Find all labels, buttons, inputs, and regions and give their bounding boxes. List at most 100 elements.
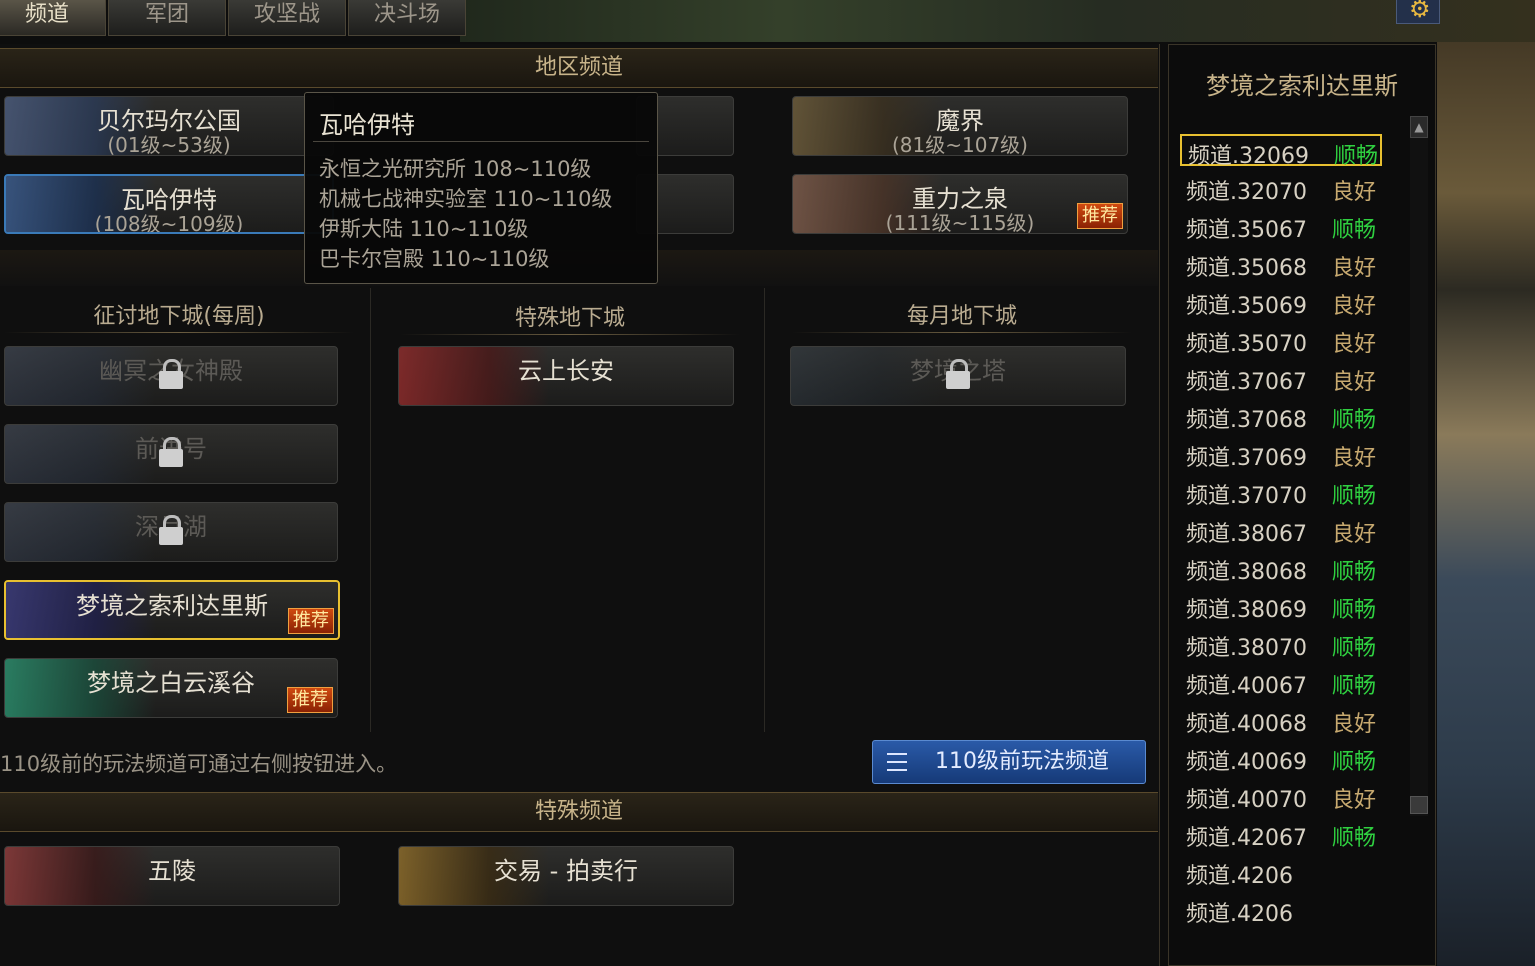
channel-status: 良好: [1332, 294, 1377, 319]
channel-row[interactable]: 频道.4206: [1180, 894, 1382, 927]
channel-status: 良好: [1332, 788, 1377, 813]
column-separator: [764, 288, 765, 732]
column-title-special: 特殊地下城: [514, 306, 625, 331]
recommended-badge: 推荐: [288, 608, 334, 634]
dungeon-cloud-changan[interactable]: 云上长安: [398, 346, 734, 406]
region-levels: (81级~107级): [892, 133, 1028, 156]
tab-channel[interactable]: 频道: [0, 0, 106, 36]
channel-row[interactable]: 频道.35070 良好: [1180, 324, 1382, 357]
channel-status: 顺畅: [1332, 636, 1377, 661]
dungeon-deep-moon-lake[interactable]: 深月湖: [4, 502, 338, 562]
tab-legion[interactable]: 军团: [108, 0, 226, 36]
channel-row[interactable]: 频道.35069 良好: [1180, 286, 1382, 319]
pre110-button-label: 110级前玩法频道: [935, 749, 1109, 774]
channel-name: 频道.4206: [1186, 864, 1293, 889]
channel-name: 频道.38070: [1186, 636, 1307, 661]
channel-row[interactable]: 频道.35068 良好: [1180, 248, 1382, 281]
channel-status: 顺畅: [1332, 408, 1377, 433]
channel-row[interactable]: 频道.37068 顺畅: [1180, 400, 1382, 433]
dungeon-dream-white-cloud-valley[interactable]: 梦境之白云溪谷 推荐: [4, 658, 338, 718]
dungeon-forward[interactable]: 前进号: [4, 424, 338, 484]
channel-status: 顺畅: [1332, 826, 1377, 851]
region-bellmare[interactable]: 贝尔玛尔公国 (01级~53级): [4, 96, 334, 156]
channel-name: 频道.35067: [1186, 218, 1307, 243]
channel-name: 频道.37069: [1186, 446, 1307, 471]
channel-status: 顺畅: [1332, 484, 1377, 509]
dungeon-netherworld-temple[interactable]: 幽冥之女神殿: [4, 346, 338, 406]
channel-name: 频道.37070: [1186, 484, 1307, 509]
lock-icon: [159, 437, 183, 467]
channel-name: 频道.40070: [1186, 788, 1307, 813]
channel-status: 顺畅: [1332, 560, 1377, 585]
channel-row[interactable]: 频道.35067 顺畅: [1180, 210, 1382, 243]
channel-status: 良好: [1332, 256, 1377, 281]
channel-scrollbar[interactable]: [1410, 116, 1428, 816]
channel-name: 频道.40069: [1186, 750, 1307, 775]
channel-name: 频道.38067: [1186, 522, 1307, 547]
region-demon-world[interactable]: 魔界 (81级~107级): [792, 96, 1128, 156]
channel-row[interactable]: 频道.38069 顺畅: [1180, 590, 1382, 623]
region-gravity-spring[interactable]: 重力之泉 (111级~115级) 推荐: [792, 174, 1128, 234]
recommended-badge: 推荐: [1077, 203, 1123, 229]
scroll-thumb[interactable]: [1410, 796, 1428, 814]
channel-row[interactable]: 频道.40068 良好: [1180, 704, 1382, 737]
channel-row[interactable]: 频道.32069 顺畅: [1180, 134, 1382, 169]
channel-row[interactable]: 频道.38070 顺畅: [1180, 628, 1382, 661]
region-levels: (108级~109级): [94, 212, 244, 234]
lock-icon: [946, 359, 970, 389]
channel-name: 频道.32070: [1186, 180, 1307, 205]
channel-name: 频道.40067: [1186, 674, 1307, 699]
channel-name: 频道.35070: [1186, 332, 1307, 357]
channel-row[interactable]: 频道.40067 顺畅: [1180, 666, 1382, 699]
scroll-up-button[interactable]: ▲: [1410, 116, 1428, 138]
channel-row[interactable]: 频道.38067 良好: [1180, 514, 1382, 547]
special-wuling[interactable]: 五陵: [4, 846, 340, 906]
tooltip-divider: [313, 141, 649, 142]
tab-siege[interactable]: 攻坚战: [228, 0, 346, 36]
special-auction-house[interactable]: 交易 - 拍卖行: [398, 846, 734, 906]
channel-row[interactable]: 频道.37070 顺畅: [1180, 476, 1382, 509]
pre110-channel-button[interactable]: 110级前玩法频道: [872, 740, 1146, 784]
background-scenery: [1437, 0, 1535, 966]
tooltip-title: 瓦哈伊特: [319, 111, 415, 139]
dungeon-dream-solidaris[interactable]: 梦境之索利达里斯 推荐: [4, 580, 340, 640]
channel-row[interactable]: 频道.37067 良好: [1180, 362, 1382, 395]
tooltip-row: 机械七战神实验室 110~110级: [319, 187, 613, 211]
channel-status: 良好: [1332, 712, 1377, 737]
gear-icon: ⚙: [1409, 0, 1431, 23]
channel-row[interactable]: 频道.42067 顺畅: [1180, 818, 1382, 851]
channel-status: 顺畅: [1332, 598, 1377, 623]
channel-status: 良好: [1332, 522, 1377, 547]
pre110-hint-text: 110级前的玩法频道可通过右侧按钮进入。: [0, 752, 398, 776]
channel-name: 频道.37068: [1186, 408, 1307, 433]
tooltip-row: 永恒之光研究所 108~110级: [319, 157, 592, 181]
settings-button[interactable]: ⚙: [1396, 0, 1440, 24]
channel-status: 顺畅: [1332, 674, 1377, 699]
channel-row[interactable]: 频道.37069 良好: [1180, 438, 1382, 471]
channel-name: 频道.38069: [1186, 598, 1307, 623]
channel-name: 频道.40068: [1186, 712, 1307, 737]
tooltip-row: 伊斯大陆 110~110级: [319, 217, 529, 241]
channel-name: 频道.35068: [1186, 256, 1307, 281]
channel-row[interactable]: 频道.40070 良好: [1180, 780, 1382, 813]
menu-icon: [887, 753, 907, 771]
recommended-badge: 推荐: [287, 687, 333, 713]
region-tooltip: 瓦哈伊特 永恒之光研究所 108~110级 机械七战神实验室 110~110级 …: [304, 92, 658, 284]
channel-status: 顺畅: [1334, 144, 1379, 169]
background-scenery-top: [460, 0, 1535, 42]
column-divider: [4, 332, 354, 333]
lock-icon: [159, 359, 183, 389]
region-section-title: 地区频道: [0, 48, 1158, 88]
channel-status: 顺畅: [1332, 218, 1377, 243]
channel-row[interactable]: 频道.32070 良好: [1180, 172, 1382, 205]
channel-status: 良好: [1332, 370, 1377, 395]
tab-arena[interactable]: 决斗场: [348, 0, 466, 36]
channel-row[interactable]: 频道.4206: [1180, 856, 1382, 889]
special-name: 交易 - 拍卖行: [494, 857, 638, 885]
channel-row[interactable]: 频道.38068 顺畅: [1180, 552, 1382, 585]
region-vahait[interactable]: 瓦哈伊特 (108级~109级): [4, 174, 334, 234]
dungeon-dream-tower[interactable]: 梦境之塔: [790, 346, 1126, 406]
channel-row[interactable]: 频道.40069 顺畅: [1180, 742, 1382, 775]
column-title-monthly: 每月地下城: [906, 304, 1017, 329]
channel-status: 良好: [1332, 332, 1377, 357]
